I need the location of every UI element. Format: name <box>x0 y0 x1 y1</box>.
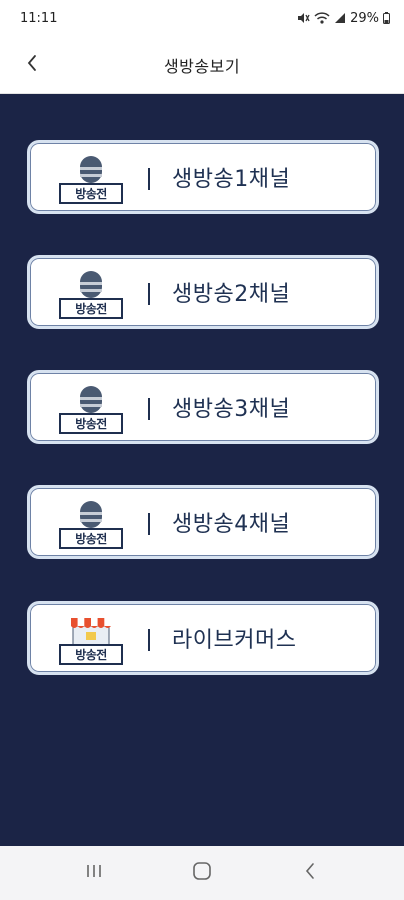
system-back-button[interactable] <box>290 858 330 888</box>
divider <box>148 168 150 190</box>
battery-icon <box>383 12 390 24</box>
microphone-icon <box>80 156 102 183</box>
battery-text: 29% <box>350 10 379 26</box>
divider <box>148 513 150 535</box>
page-title: 생방송보기 <box>163 56 241 76</box>
divider <box>148 283 150 305</box>
status-badge: 방송전 <box>59 644 123 665</box>
status-badge: 방송전 <box>59 183 123 204</box>
channel-label: 생방송3채널 <box>172 397 291 422</box>
chevron-left-icon <box>26 53 38 77</box>
channel-button-2[interactable]: 방송전 생방송2채널 <box>27 255 379 329</box>
signal-icon <box>334 12 346 24</box>
back-button[interactable] <box>14 48 50 82</box>
home-icon <box>192 861 212 885</box>
channel-button-3[interactable]: 방송전 생방송3채널 <box>27 370 379 444</box>
status-icons: 29% <box>296 11 390 26</box>
channel-label: 생방송2채널 <box>172 282 291 307</box>
divider <box>148 398 150 420</box>
mute-icon <box>296 11 310 25</box>
channel-icon-wrap: 방송전 <box>59 616 123 666</box>
wifi-icon <box>314 11 330 25</box>
live-commerce-button[interactable]: 방송전 라이브커머스 <box>27 601 379 675</box>
channel-label: 라이브커머스 <box>172 628 297 653</box>
microphone-icon <box>80 271 102 298</box>
divider <box>148 629 150 651</box>
recent-apps-icon <box>85 863 103 883</box>
status-badge: 방송전 <box>59 413 123 434</box>
system-nav-bar <box>0 846 404 900</box>
back-icon <box>304 862 316 884</box>
channel-icon-wrap: 방송전 <box>59 385 123 435</box>
channel-list: 방송전 생방송1채널 방송전 생방송2채널 방송전 생방송3채널 방송전 생방송… <box>0 94 404 846</box>
channel-icon-wrap: 방송전 <box>59 500 123 550</box>
microphone-icon <box>80 386 102 413</box>
home-button[interactable] <box>182 858 222 888</box>
status-bar: 11:11 29% <box>0 0 404 36</box>
app-bar: 생방송보기 <box>0 36 404 94</box>
storefront-icon <box>71 618 111 646</box>
channel-icon-wrap: 방송전 <box>59 270 123 320</box>
status-time: 11:11 <box>20 10 58 26</box>
status-badge: 방송전 <box>59 528 123 549</box>
recent-apps-button[interactable] <box>74 858 114 888</box>
channel-button-1[interactable]: 방송전 생방송1채널 <box>27 140 379 214</box>
status-badge: 방송전 <box>59 298 123 319</box>
channel-button-4[interactable]: 방송전 생방송4채널 <box>27 485 379 559</box>
channel-label: 생방송1채널 <box>172 167 291 192</box>
channel-label: 생방송4채널 <box>172 512 291 537</box>
channel-icon-wrap: 방송전 <box>59 155 123 205</box>
microphone-icon <box>80 501 102 528</box>
